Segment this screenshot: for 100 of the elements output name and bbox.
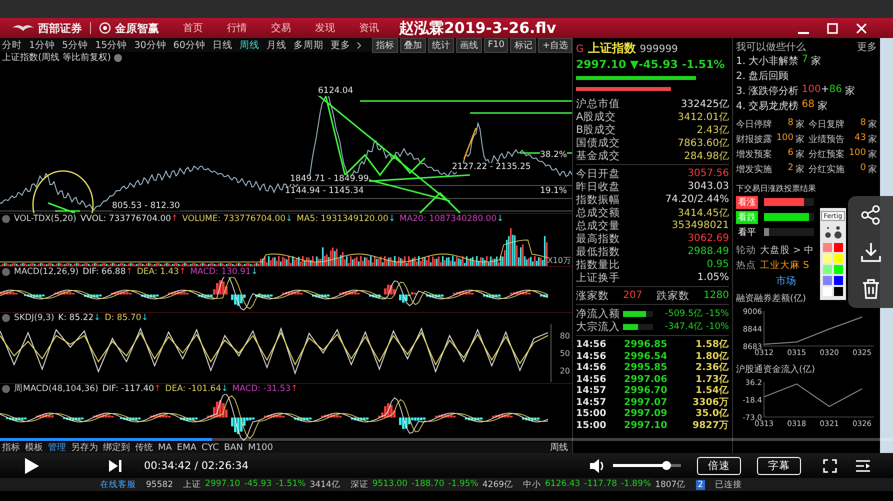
market-marker: G [576, 44, 584, 55]
market-percent: -1.95% [448, 478, 478, 490]
period-tab[interactable]: 60分钟 [173, 38, 206, 52]
field-value: 1280 [704, 290, 729, 301]
nav-item[interactable]: 首页 [183, 21, 203, 35]
period-tab[interactable]: 30分钟 [134, 38, 166, 52]
tick-price: 2996.54 [624, 350, 668, 362]
tick-time: 14:57 [576, 396, 608, 408]
trend-arrow: ↓ [250, 267, 258, 277]
event-label[interactable]: 增发预案 [736, 148, 772, 161]
field-value: 353498021 [672, 220, 729, 231]
event-count: 8 [788, 118, 794, 130]
axis-label: X10万 [547, 255, 571, 266]
panel-title: 我可以做些什么 [736, 40, 806, 53]
event-label[interactable]: 分红预案 [808, 148, 844, 161]
task-link[interactable]: 4. 交易龙虎榜 [736, 99, 799, 113]
toolbar-button[interactable]: F10 [484, 38, 508, 52]
task-link[interactable]: 3. 涨跌停分析 [736, 84, 799, 98]
y-tick-label: 20 [560, 366, 570, 376]
field-value: 3043.03 [688, 181, 729, 192]
event-label[interactable]: 分红实施 [808, 163, 844, 176]
trend-arrow: ↑ [171, 214, 178, 224]
flow-percent: -10% [706, 322, 729, 332]
market-amount: 3414亿 [310, 478, 340, 490]
tick-volume: 1.73亿 [696, 372, 729, 385]
event-label[interactable]: 今日停牌 [736, 118, 772, 131]
player-button[interactable]: 倍速 [697, 456, 741, 474]
brand-name: 西部证券 [38, 20, 82, 36]
toolbar-button[interactable]: 画线 [456, 38, 482, 52]
field-label: 国债成交 [576, 136, 620, 150]
event-label[interactable]: 今日复牌 [808, 118, 844, 131]
tick-time: 14:56 [576, 362, 608, 373]
chart-title: 上证指数(周线 等比前复权) [2, 52, 111, 64]
connection-status: 已连接 [715, 478, 742, 490]
indicator-tab[interactable]: 绑定到 [103, 441, 130, 453]
vote-title: 下交易日涨跌投票结果 [736, 183, 817, 194]
event-label[interactable]: 业绩预告 [808, 133, 844, 146]
hotspot-text: 工业大麻 S [760, 259, 810, 273]
indicator-tab[interactable]: BAN [224, 442, 244, 452]
price-label: 2127.22 - 2135.25 [452, 163, 531, 172]
nav-item[interactable]: 交易 [271, 21, 291, 35]
field-label: 涨家数 [576, 288, 609, 302]
period-label: 周线 [550, 442, 568, 453]
period-tab[interactable]: 15分钟 [95, 38, 128, 52]
event-label[interactable]: 财报披露 [736, 133, 772, 146]
indicator-value: DIF: -117.40 [102, 384, 154, 394]
tick-time: 14:56 [576, 339, 608, 350]
indicator-tab[interactable]: M100 [248, 442, 273, 452]
event-label[interactable]: 增发实施 [736, 163, 772, 176]
field-label: 总成交量 [576, 218, 620, 232]
tick-time: 15:00 [576, 420, 608, 430]
indicator-value: DEA: -101.64 [165, 384, 222, 394]
toolbar-button[interactable]: 指标 [372, 38, 398, 52]
period-tab[interactable]: 日线 [212, 38, 232, 52]
player-button[interactable]: 字幕 [757, 456, 801, 474]
indicator-tab[interactable]: MA [158, 442, 172, 452]
service-link[interactable]: 在线客服 [100, 478, 136, 490]
toolbar-button[interactable]: 统计 [428, 38, 454, 52]
toolbar-button[interactable]: 叠加 [400, 38, 426, 52]
period-tab[interactable]: 5分钟 [62, 38, 88, 52]
period-tab[interactable]: 多周期 [293, 38, 324, 52]
indicator-tab[interactable]: 另存为 [71, 441, 98, 453]
indicator-tab[interactable]: CYC [202, 442, 219, 452]
indicator-tab[interactable]: 模板 [25, 441, 43, 453]
indicator-tab[interactable]: 指标 [2, 441, 20, 453]
toolbar-button[interactable]: +自选 [538, 38, 572, 52]
event-count: 43 [854, 133, 866, 145]
task-link[interactable]: 2. 盘后回顾 [736, 69, 789, 83]
indicator-value: K: 85.22 [58, 313, 94, 323]
event-count: 100 [848, 148, 866, 160]
vote-option: 看涨 [736, 196, 758, 208]
indicator-tab[interactable]: 传统 [135, 441, 153, 453]
period-tab[interactable]: 分时 [2, 38, 22, 52]
field-label: 最高指数 [576, 232, 620, 246]
count-unit: 家 [796, 118, 804, 131]
task-link[interactable]: 1. 大小非解禁 [736, 54, 799, 68]
nav-item[interactable]: 行情 [227, 21, 247, 35]
indicator-tab[interactable]: 管理 [48, 441, 66, 453]
trend-arrow: ↓ [94, 313, 101, 323]
field-label: 指数量比 [576, 258, 620, 272]
indicator-tab[interactable]: EMA [176, 442, 197, 452]
tick-price: 2996.85 [624, 339, 668, 350]
price-label: 1144.94 - 1145.34 [285, 187, 364, 196]
field-label: A股成交 [576, 110, 616, 124]
nav-item[interactable]: 资讯 [359, 21, 379, 35]
period-tab[interactable]: 更多 [330, 38, 350, 52]
period-tab[interactable]: 周线 [239, 38, 260, 52]
period-tab[interactable]: 月线 [266, 38, 286, 52]
market-name: 中小 [523, 478, 542, 490]
toolbar-button[interactable]: 标记 [510, 38, 536, 52]
tick-price: 2997.09 [624, 408, 668, 419]
video-title: 赵泓霖2019-3-26.flv [399, 18, 556, 38]
market-value: 9513.00 [372, 478, 408, 490]
period-tab[interactable]: 1分钟 [29, 38, 56, 52]
tick-price: 2997.07 [624, 396, 668, 408]
nav-item[interactable]: 发现 [315, 21, 335, 35]
count-unit: 家 [868, 148, 877, 161]
market-link[interactable]: 市场 [776, 274, 796, 288]
index-price: 2997.10 [576, 58, 626, 70]
more-link[interactable]: 更多 [857, 40, 877, 53]
